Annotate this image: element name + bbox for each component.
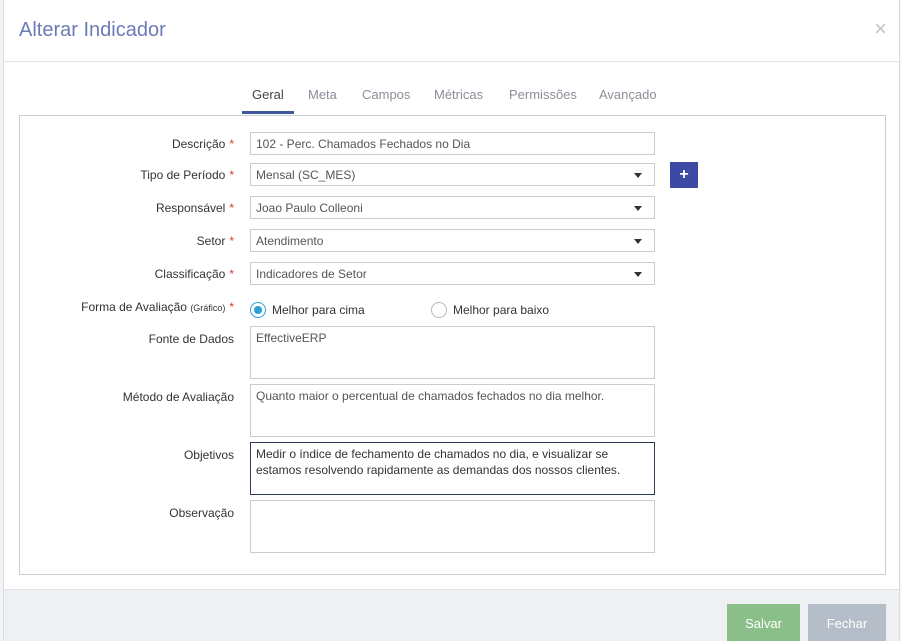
modal-header: Alterar Indicador × <box>4 0 899 62</box>
classificacao-label: Classificação * <box>154 267 234 281</box>
tab-avancado[interactable]: Avançado <box>599 87 657 102</box>
descricao-input[interactable]: 102 - Perc. Chamados Fechados no Dia <box>250 132 655 155</box>
form-panel: Descrição * 102 - Perc. Chamados Fechados… <box>19 115 886 575</box>
fonte-dados-textarea[interactable]: EffectiveERP <box>250 326 655 379</box>
metodo-avaliacao-textarea[interactable]: Quanto maior o percentual de chamados fe… <box>250 384 655 437</box>
radio-melhor-para-baixo[interactable]: Melhor para baixo <box>431 302 549 318</box>
tab-geral[interactable]: Geral <box>252 87 284 102</box>
responsavel-select[interactable]: Joao Paulo Colleoni <box>250 196 655 219</box>
observacao-textarea[interactable] <box>250 500 655 553</box>
objetivos-label: Objetivos <box>183 448 234 462</box>
close-button[interactable]: Fechar <box>808 604 886 641</box>
save-button[interactable]: Salvar <box>727 604 800 641</box>
forma-avaliacao-label: Forma de Avaliação (Gráfico) * <box>81 300 234 314</box>
tab-metricas[interactable]: Métricas <box>434 87 483 102</box>
tab-permissoes[interactable]: Permissões <box>509 87 577 102</box>
close-icon[interactable]: × <box>874 18 887 40</box>
modal-title: Alterar Indicador <box>19 19 166 41</box>
active-tab-indicator <box>242 111 294 114</box>
responsavel-label: Responsável * <box>155 201 234 215</box>
setor-select[interactable]: Atendimento <box>250 229 655 252</box>
tipo-periodo-select[interactable]: Mensal (SC_MES) <box>250 163 655 186</box>
tipo-periodo-label: Tipo de Período * <box>140 168 234 182</box>
modal-dialog: Alterar Indicador × Geral Meta Campos Mé… <box>3 0 900 641</box>
radio-unchecked-icon <box>431 302 447 318</box>
radio-melhor-para-cima[interactable]: Melhor para cima <box>250 302 365 318</box>
classificacao-select[interactable]: Indicadores de Setor <box>250 262 655 285</box>
objetivos-textarea[interactable]: Medir o índice de fechamento de chamados… <box>250 442 655 495</box>
radio-checked-icon <box>250 302 266 318</box>
metodo-avaliacao-label: Método de Avaliação <box>122 390 234 404</box>
tab-campos[interactable]: Campos <box>362 87 410 102</box>
fonte-dados-label: Fonte de Dados <box>148 332 234 346</box>
descricao-label: Descrição * <box>171 137 234 151</box>
observacao-label: Observação <box>169 506 234 520</box>
modal-footer: Salvar Fechar <box>4 589 899 641</box>
tab-bar: Geral Meta Campos Métricas Permissões Av… <box>4 80 899 116</box>
setor-label: Setor * <box>196 234 234 248</box>
add-periodo-button[interactable]: + <box>670 162 698 188</box>
tab-meta[interactable]: Meta <box>308 87 337 102</box>
